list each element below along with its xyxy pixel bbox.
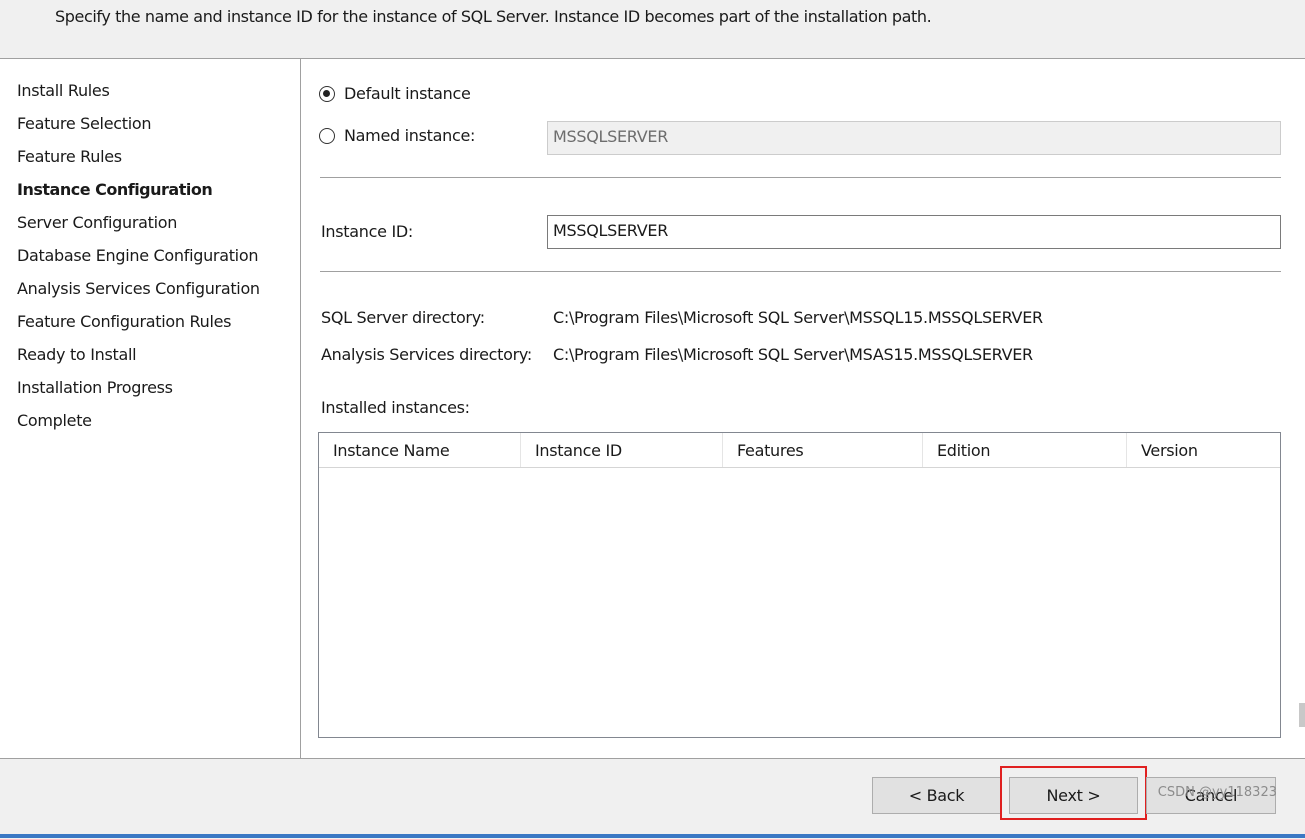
column-header-features[interactable]: Features bbox=[723, 433, 923, 467]
sql-server-directory-label: SQL Server directory: bbox=[321, 308, 485, 327]
sidebar-item-database-engine-configuration[interactable]: Database Engine Configuration bbox=[17, 246, 258, 265]
column-header-edition[interactable]: Edition bbox=[923, 433, 1127, 467]
column-header-instance-id[interactable]: Instance ID bbox=[521, 433, 723, 467]
next-button[interactable]: Next > bbox=[1009, 777, 1138, 814]
sidebar-item-feature-selection[interactable]: Feature Selection bbox=[17, 114, 151, 133]
sidebar-item-feature-rules[interactable]: Feature Rules bbox=[17, 147, 122, 166]
sidebar-item-install-rules[interactable]: Install Rules bbox=[17, 81, 110, 100]
separator bbox=[320, 271, 1281, 272]
content-area: Install Rules Feature Selection Feature … bbox=[0, 59, 1305, 758]
background-window-fragment bbox=[1299, 703, 1305, 727]
separator bbox=[320, 177, 1281, 178]
sidebar-item-analysis-services-configuration[interactable]: Analysis Services Configuration bbox=[17, 279, 260, 298]
sidebar-item-instance-configuration[interactable]: Instance Configuration bbox=[17, 180, 213, 199]
sql-server-directory-value: C:\Program Files\Microsoft SQL Server\MS… bbox=[553, 308, 1043, 327]
column-header-version[interactable]: Version bbox=[1127, 433, 1280, 467]
footer-panel: < Back Next > Cancel bbox=[0, 758, 1305, 839]
analysis-services-directory-value: C:\Program Files\Microsoft SQL Server\MS… bbox=[553, 345, 1033, 364]
watermark-text: CSDN @yy118323 bbox=[1157, 785, 1277, 800]
table-header: Instance Name Instance ID Features Editi… bbox=[319, 433, 1280, 468]
page-description: Specify the name and instance ID for the… bbox=[55, 7, 932, 26]
taskbar-strip bbox=[0, 834, 1305, 838]
analysis-services-directory-label: Analysis Services directory: bbox=[321, 345, 532, 364]
sidebar-item-installation-progress[interactable]: Installation Progress bbox=[17, 378, 173, 397]
default-instance-label[interactable]: Default instance bbox=[344, 84, 471, 103]
default-instance-radio[interactable] bbox=[319, 86, 335, 102]
sidebar-item-ready-to-install[interactable]: Ready to Install bbox=[17, 345, 137, 364]
instance-id-input[interactable]: MSSQLSERVER bbox=[547, 215, 1281, 249]
step-sidebar: Install Rules Feature Selection Feature … bbox=[0, 59, 301, 758]
installed-instances-table[interactable]: Instance Name Instance ID Features Editi… bbox=[318, 432, 1281, 738]
sidebar-item-feature-configuration-rules[interactable]: Feature Configuration Rules bbox=[17, 312, 232, 331]
named-instance-label[interactable]: Named instance: bbox=[344, 126, 475, 145]
column-header-instance-name[interactable]: Instance Name bbox=[319, 433, 521, 467]
header-panel: Specify the name and instance ID for the… bbox=[0, 0, 1305, 59]
installed-instances-label: Installed instances: bbox=[321, 398, 470, 417]
sidebar-item-complete[interactable]: Complete bbox=[17, 411, 92, 430]
back-button[interactable]: < Back bbox=[872, 777, 1001, 814]
named-instance-radio[interactable] bbox=[319, 128, 335, 144]
sidebar-item-server-configuration[interactable]: Server Configuration bbox=[17, 213, 177, 232]
named-instance-input[interactable]: MSSQLSERVER bbox=[547, 121, 1281, 155]
instance-id-label: Instance ID: bbox=[321, 222, 413, 241]
